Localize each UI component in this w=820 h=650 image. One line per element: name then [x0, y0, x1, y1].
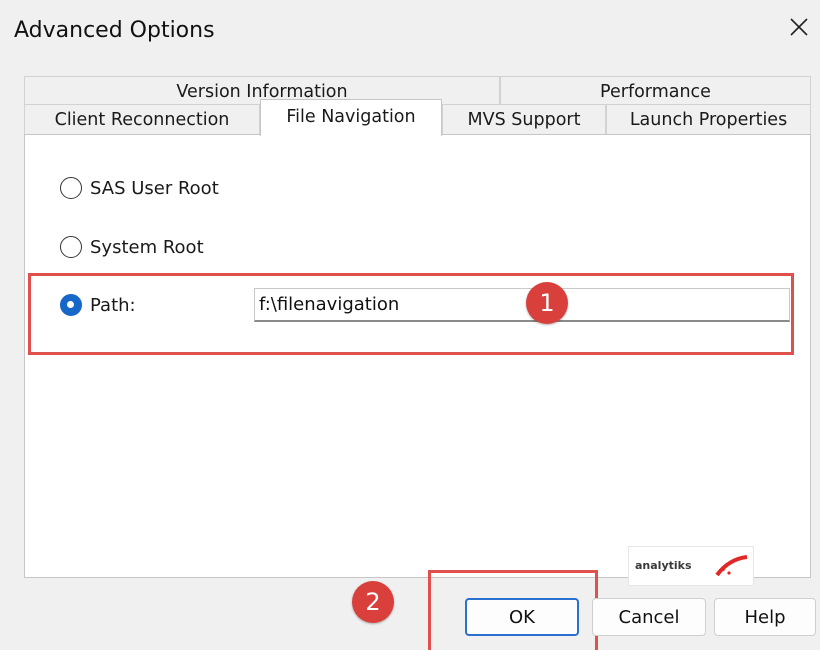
tab-label: Client Reconnection: [54, 110, 230, 130]
tab-label: Performance: [600, 82, 711, 102]
file-navigation-panel: [24, 134, 811, 578]
help-button[interactable]: Help: [714, 598, 816, 636]
cancel-button[interactable]: Cancel: [592, 598, 706, 636]
tab-client-reconnection[interactable]: Client Reconnection: [24, 104, 260, 135]
tab-label: File Navigation: [286, 107, 416, 127]
logo-swoosh-icon: [715, 555, 748, 577]
tab-launch-properties[interactable]: Launch Properties: [606, 104, 811, 135]
dialog-title: Advanced Options: [14, 18, 215, 43]
radio-label: Path:: [90, 294, 136, 316]
tab-mvs-support[interactable]: MVS Support: [442, 104, 606, 135]
tab-label: Launch Properties: [629, 110, 788, 130]
tab-label: MVS Support: [467, 110, 581, 130]
radio-button[interactable]: [60, 177, 82, 199]
annotation-badge-1: 1: [526, 282, 568, 324]
tab-file-navigation[interactable]: File Navigation: [260, 99, 442, 136]
logo-text: analytiks: [635, 559, 692, 572]
annotation-badge-2: 2: [352, 581, 394, 623]
radio-button[interactable]: [60, 236, 82, 258]
ok-button[interactable]: OK: [465, 598, 579, 636]
radio-label: System Root: [90, 236, 204, 258]
radio-label: SAS User Root: [90, 177, 219, 199]
radio-button-checked[interactable]: [60, 294, 82, 316]
title-bar: Advanced Options: [0, 0, 820, 70]
radio-sas-user-root[interactable]: SAS User Root: [60, 177, 219, 199]
radio-system-root[interactable]: System Root: [60, 236, 204, 258]
radio-path[interactable]: Path:: [60, 294, 136, 316]
path-input[interactable]: [254, 288, 790, 322]
close-icon[interactable]: [786, 14, 812, 40]
analytiks-logo: analytiks: [628, 546, 754, 586]
